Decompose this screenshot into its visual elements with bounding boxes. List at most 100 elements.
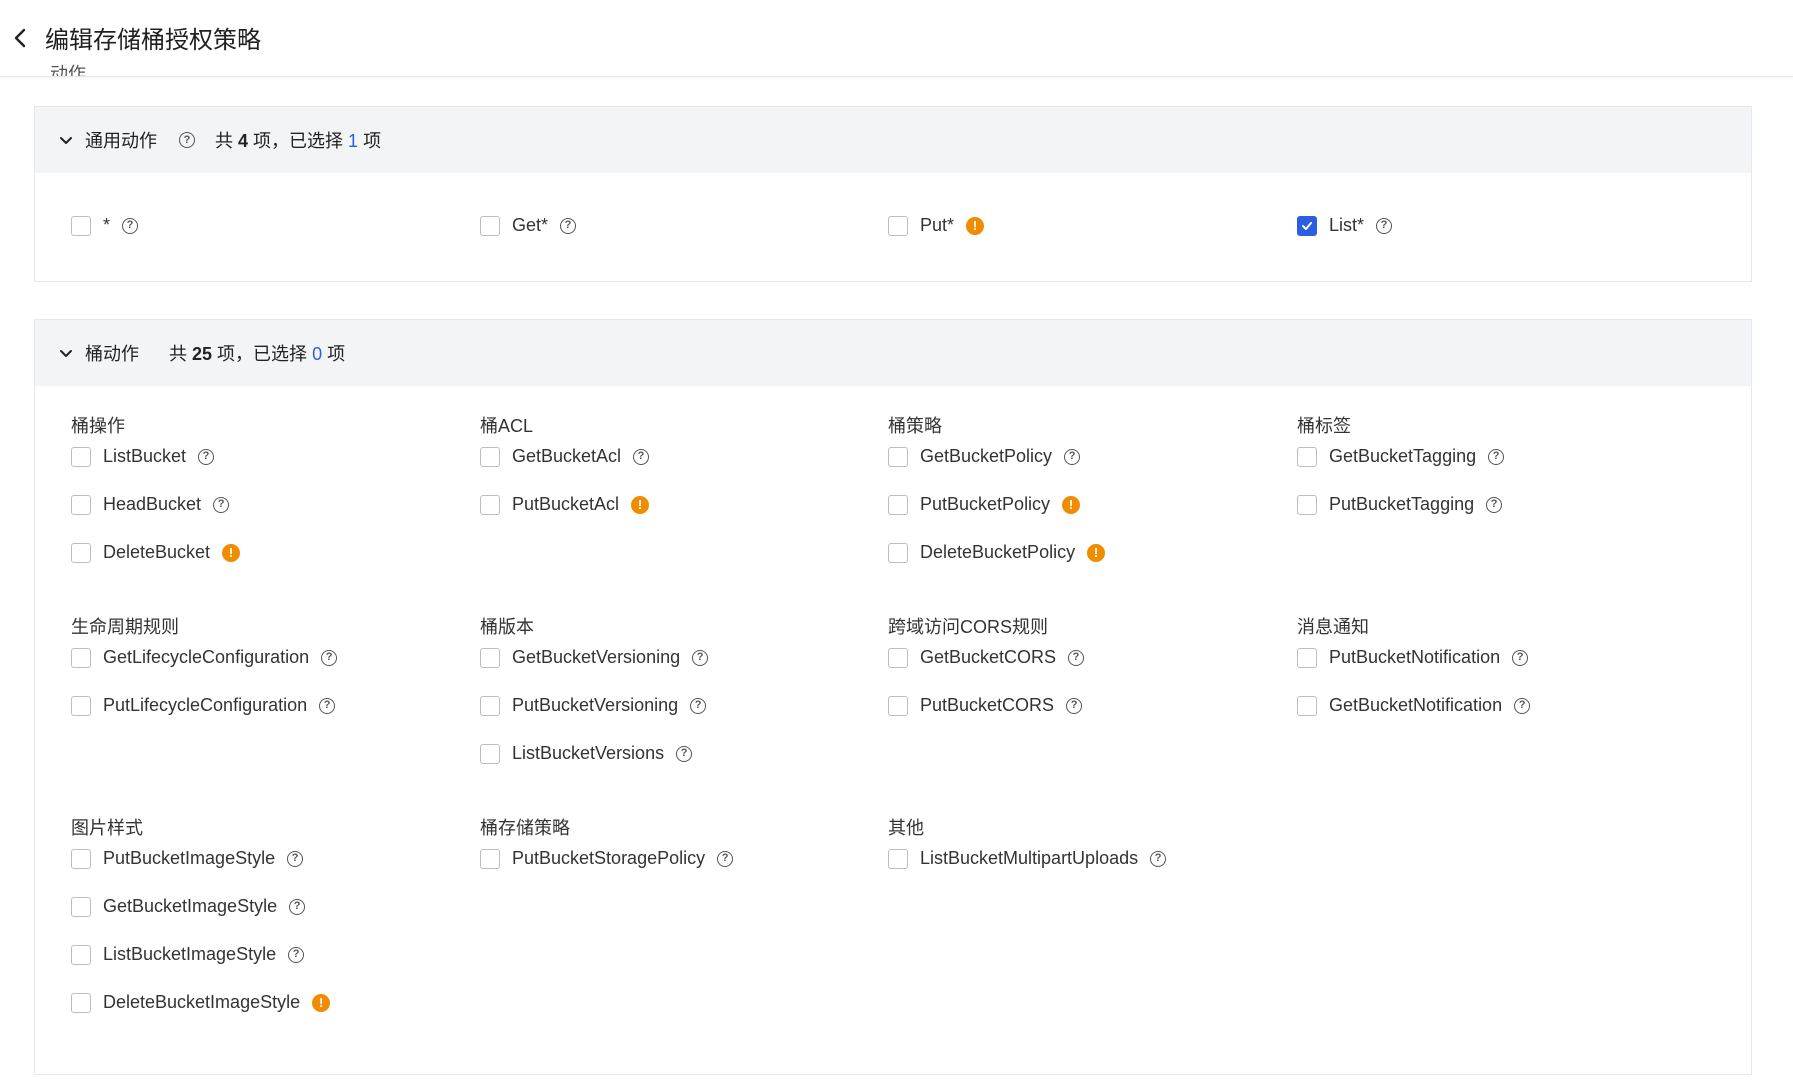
- action-checkbox-item[interactable]: Get*?: [480, 215, 577, 236]
- checkbox[interactable]: [888, 494, 908, 515]
- checkbox[interactable]: [480, 494, 500, 515]
- checkbox[interactable]: [71, 647, 91, 668]
- action-checkbox-item[interactable]: GetBucketCORS?: [888, 647, 1085, 668]
- action-checkbox-item[interactable]: List*?: [1297, 215, 1393, 236]
- checkbox[interactable]: [888, 215, 908, 236]
- help-icon[interactable]: ?: [690, 697, 707, 714]
- checkbox[interactable]: [1297, 215, 1317, 236]
- help-icon[interactable]: ?: [122, 217, 139, 234]
- back-arrow-icon[interactable]: [10, 24, 30, 52]
- help-icon[interactable]: ?: [1376, 217, 1393, 234]
- action-checkbox-item[interactable]: ListBucket?: [71, 446, 215, 467]
- action-label: *: [103, 215, 111, 235]
- checkbox[interactable]: [71, 992, 91, 1013]
- action-checkbox-item[interactable]: PutBucketStoragePolicy?: [480, 848, 734, 869]
- action-checkbox-item[interactable]: ListBucketVersions?: [480, 743, 693, 764]
- action-checkbox-item[interactable]: PutLifecycleConfiguration?: [71, 695, 336, 716]
- checkbox[interactable]: [480, 215, 500, 236]
- help-icon[interactable]: ?: [213, 496, 230, 513]
- page-header: 编辑存储桶授权策略: [0, 0, 1793, 77]
- checkbox[interactable]: [480, 848, 500, 869]
- checkbox[interactable]: [71, 542, 91, 563]
- checkbox[interactable]: [888, 446, 908, 467]
- help-icon[interactable]: ?: [321, 649, 338, 666]
- help-icon[interactable]: ?: [1064, 448, 1081, 465]
- warning-icon[interactable]: !: [312, 993, 331, 1012]
- checkbox[interactable]: [71, 215, 91, 236]
- action-label: GetBucketTagging: [1329, 446, 1477, 466]
- help-icon[interactable]: ?: [179, 132, 195, 148]
- action-checkbox-item[interactable]: PutBucketCORS?: [888, 695, 1083, 716]
- help-icon[interactable]: ?: [692, 649, 709, 666]
- checkbox[interactable]: [888, 848, 908, 869]
- action-checkbox-item[interactable]: GetLifecycleConfiguration?: [71, 647, 338, 668]
- action-checkbox-item[interactable]: Put*!: [888, 215, 985, 236]
- action-checkbox-item[interactable]: PutBucketVersioning?: [480, 695, 707, 716]
- checkbox[interactable]: [480, 647, 500, 668]
- action-label: ListBucket: [103, 446, 187, 466]
- checkbox[interactable]: [888, 542, 908, 563]
- action-checkbox-item[interactable]: GetBucketAcl?: [480, 446, 650, 467]
- help-icon[interactable]: ?: [633, 448, 650, 465]
- chevron-down-icon[interactable]: [57, 344, 75, 362]
- action-checkbox-item[interactable]: GetBucketTagging?: [1297, 446, 1505, 467]
- checkbox[interactable]: [71, 494, 91, 515]
- help-icon[interactable]: ?: [676, 745, 693, 762]
- action-checkbox-item[interactable]: ListBucketMultipartUploads?: [888, 848, 1167, 869]
- warning-icon[interactable]: !: [222, 543, 241, 562]
- action-checkbox-item[interactable]: HeadBucket?: [71, 494, 230, 515]
- action-checkbox-item[interactable]: GetBucketNotification?: [1297, 695, 1531, 716]
- checkbox[interactable]: [888, 695, 908, 716]
- action-label: ListBucketVersions: [512, 743, 665, 763]
- checkbox[interactable]: [480, 446, 500, 467]
- group-title: 生命周期规则: [71, 617, 179, 637]
- action-checkbox-item[interactable]: ListBucketImageStyle?: [71, 944, 305, 965]
- help-icon[interactable]: ?: [198, 448, 215, 465]
- help-icon[interactable]: ?: [560, 217, 577, 234]
- bucket-actions-header[interactable]: 桶动作 共 25 项，已选择 0 项: [35, 320, 1751, 386]
- help-icon[interactable]: ?: [1068, 649, 1085, 666]
- help-icon[interactable]: ?: [319, 697, 336, 714]
- action-checkbox-item[interactable]: PutBucketImageStyle?: [71, 848, 304, 869]
- warning-icon[interactable]: !: [966, 216, 985, 235]
- general-actions-header[interactable]: 通用动作 ? 共 4 项，已选择 1 项: [35, 107, 1751, 173]
- checkbox[interactable]: [71, 944, 91, 965]
- help-icon[interactable]: ?: [717, 850, 734, 867]
- checkbox[interactable]: [1297, 494, 1317, 515]
- checkbox[interactable]: [71, 848, 91, 869]
- action-checkbox-item[interactable]: GetBucketPolicy?: [888, 446, 1081, 467]
- chevron-down-icon[interactable]: [57, 131, 75, 149]
- checkbox[interactable]: [888, 647, 908, 668]
- help-icon[interactable]: ?: [1066, 697, 1083, 714]
- help-icon[interactable]: ?: [1488, 448, 1505, 465]
- action-checkbox-item[interactable]: PutBucketPolicy!: [888, 494, 1081, 515]
- action-checkbox-item[interactable]: DeleteBucketImageStyle!: [71, 992, 331, 1013]
- action-checkbox-item[interactable]: PutBucketAcl!: [480, 494, 650, 515]
- help-icon[interactable]: ?: [287, 850, 304, 867]
- checkbox[interactable]: [71, 446, 91, 467]
- warning-icon[interactable]: !: [1062, 495, 1081, 514]
- checkbox[interactable]: [1297, 647, 1317, 668]
- group-title: 桶版本: [480, 617, 534, 637]
- checkbox[interactable]: [1297, 695, 1317, 716]
- help-icon[interactable]: ?: [1150, 850, 1167, 867]
- checkbox[interactable]: [71, 695, 91, 716]
- checkbox[interactable]: [480, 695, 500, 716]
- action-checkbox-item[interactable]: GetBucketImageStyle?: [71, 896, 306, 917]
- warning-icon[interactable]: !: [1087, 543, 1106, 562]
- action-checkbox-item[interactable]: PutBucketNotification?: [1297, 647, 1529, 668]
- action-checkbox-item[interactable]: *?: [71, 215, 139, 236]
- warning-icon[interactable]: !: [631, 495, 650, 514]
- action-checkbox-item[interactable]: DeleteBucketPolicy!: [888, 542, 1106, 563]
- checkbox[interactable]: [71, 896, 91, 917]
- help-icon[interactable]: ?: [289, 898, 306, 915]
- help-icon[interactable]: ?: [288, 946, 305, 963]
- action-checkbox-item[interactable]: GetBucketVersioning?: [480, 647, 709, 668]
- checkbox[interactable]: [1297, 446, 1317, 467]
- action-checkbox-item[interactable]: DeleteBucket!: [71, 542, 241, 563]
- action-checkbox-item[interactable]: PutBucketTagging?: [1297, 494, 1503, 515]
- checkbox[interactable]: [480, 743, 500, 764]
- help-icon[interactable]: ?: [1512, 649, 1529, 666]
- help-icon[interactable]: ?: [1486, 496, 1503, 513]
- help-icon[interactable]: ?: [1514, 697, 1531, 714]
